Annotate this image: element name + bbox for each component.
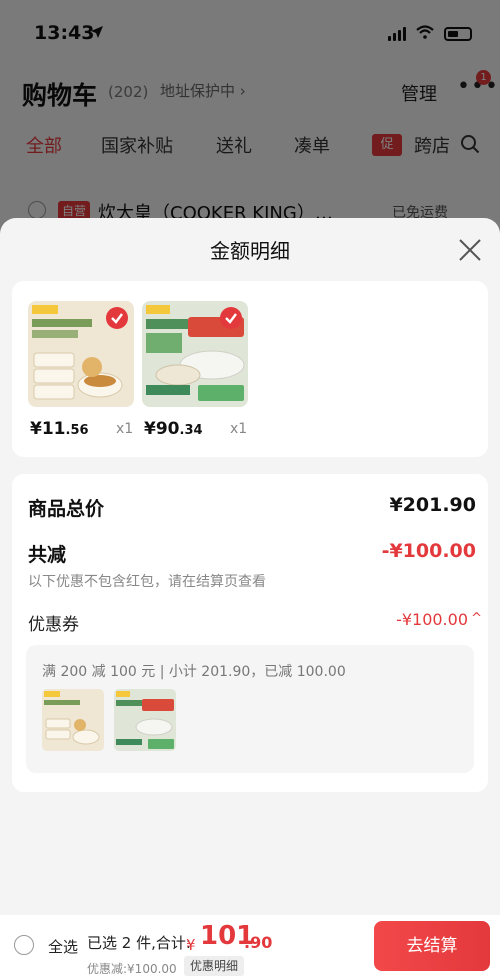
product-item[interactable]: ¥11.56 x1 [28, 301, 134, 439]
chevron-up-icon[interactable]: ^ [471, 611, 482, 626]
products-card: ¥11.56 x1 ¥90.34 x1 [12, 281, 488, 457]
product-image[interactable] [142, 301, 248, 407]
coupon-value[interactable]: -¥100.00 [396, 610, 468, 629]
total-currency: ¥ [186, 936, 196, 954]
checkmark-icon[interactable] [106, 307, 128, 329]
amount-detail-sheet: 金额明细 ¥11.56 x1 ¥90.34 x1 商品总价 ¥201.90 共减… [0, 218, 500, 980]
checkout-button[interactable]: 去结算 [374, 921, 490, 971]
coupon-product-thumbnail [42, 689, 104, 751]
total-price-value: ¥201.90 [389, 494, 476, 516]
select-all-checkbox[interactable] [14, 935, 34, 955]
checkmark-icon[interactable] [220, 307, 242, 329]
coupon-label[interactable]: 优惠券 [28, 610, 79, 635]
sheet-title: 金额明细 [210, 239, 290, 263]
product-price: ¥11.56 [30, 419, 89, 439]
checkout-bar: 全选 已选 2 件,合计: ¥ 101 .90 优惠减:¥100.00 优惠明细… [0, 915, 500, 980]
product-item[interactable]: ¥90.34 x1 [142, 301, 248, 439]
summary-card: 商品总价 ¥201.90 共减 -¥100.00 以下优惠不包含红包，请在结算页… [12, 474, 488, 792]
coupon-description: 满 200 减 100 元 | 小计 201.90，已减 100.00 [42, 664, 346, 680]
selected-count-text: 已选 2 件,合计: [87, 934, 191, 952]
discount-detail-link[interactable]: 优惠明细 [184, 956, 245, 976]
coupon-product-thumbnail [114, 689, 176, 751]
discount-note: 以下优惠不包含红包，请在结算页查看 [28, 574, 266, 590]
total-price-label: 商品总价 [28, 498, 105, 520]
close-icon[interactable] [456, 236, 484, 264]
coupon-detail-box: 满 200 减 100 元 | 小计 201.90，已减 100.00 [26, 645, 474, 773]
product-quantity: x1 [116, 421, 134, 437]
discount-amount-text: 优惠减:¥100.00 [87, 962, 177, 976]
total-reduce-label: 共减 [28, 544, 67, 566]
product-image[interactable] [28, 301, 134, 407]
product-price: ¥90.34 [144, 419, 203, 439]
total-amount-decimal: .90 [244, 933, 273, 952]
product-quantity: x1 [230, 421, 248, 437]
select-all-label[interactable]: 全选 [48, 936, 78, 957]
total-reduce-value: -¥100.00 [381, 540, 476, 562]
